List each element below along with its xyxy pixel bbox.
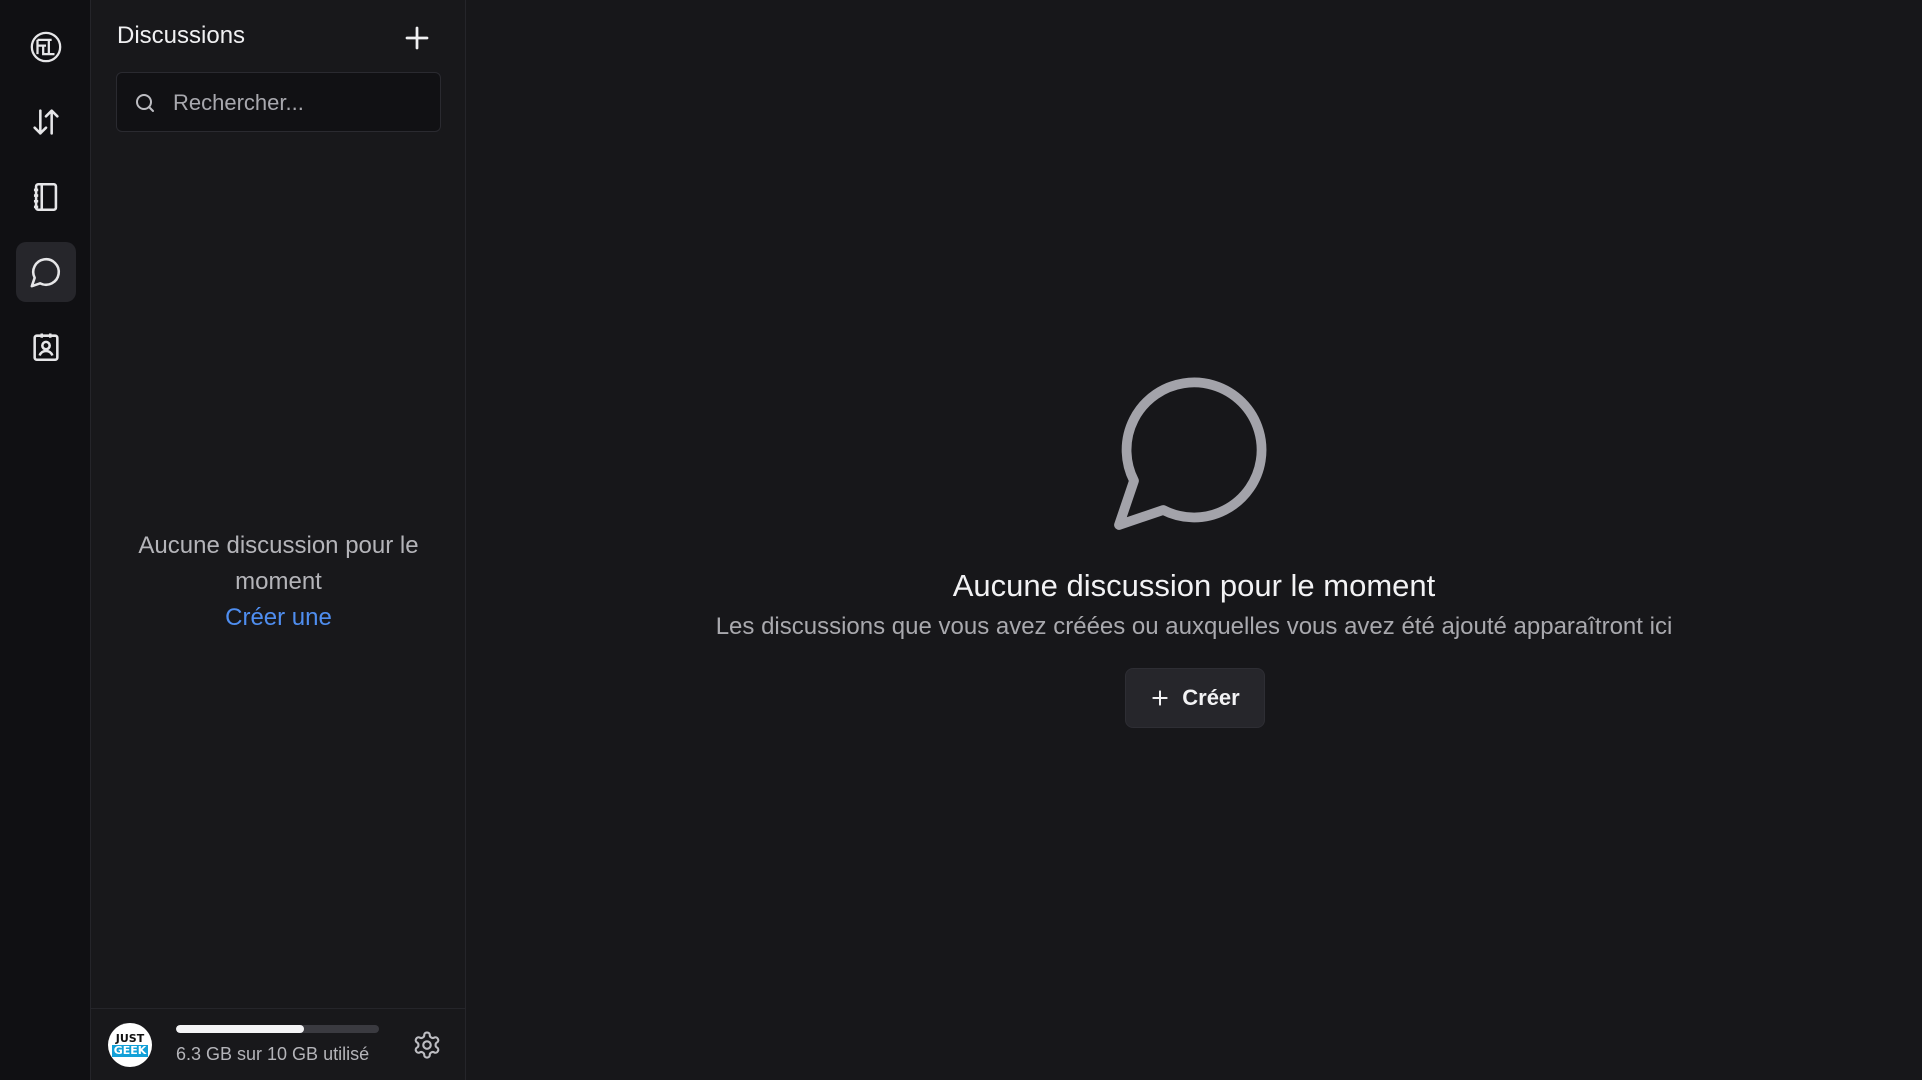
rail-item-transfers[interactable]: [16, 92, 76, 152]
rail-item-contacts[interactable]: [16, 317, 76, 377]
chat-bubble-icon: [30, 257, 61, 288]
rail-item-notebook[interactable]: [16, 167, 76, 227]
chat-bubble-icon: [1114, 377, 1267, 530]
create-button[interactable]: Créer: [1125, 668, 1265, 728]
search-box: [116, 72, 441, 133]
panel-footer: JUST GEEK 6.3 GB sur 10 GB utilisé: [91, 1008, 466, 1080]
panel-empty-state: Aucune discussion pour le moment Créer u…: [91, 528, 466, 636]
search-input[interactable]: [171, 73, 435, 133]
panel-title: Discussions: [117, 22, 246, 49]
app-window: Discussions Aucune discussion pour le mo…: [0, 0, 1922, 1080]
search-icon: [136, 94, 154, 112]
panel-empty-message: Aucune discussion pour le moment: [138, 532, 419, 595]
plus-icon: [1152, 690, 1168, 706]
settings-button[interactable]: [409, 1027, 445, 1063]
avatar-text-bottom: GEEK: [111, 1044, 149, 1057]
rail-logo[interactable]: [16, 17, 76, 77]
create-button-label: Créer: [1182, 685, 1240, 710]
nav-rail: [0, 0, 91, 1080]
empty-state-subtitle: Les discussions que vous avez créées ou …: [715, 613, 1673, 640]
arrows-up-down-icon: [33, 109, 59, 135]
rail-item-discussions[interactable]: [16, 242, 76, 302]
avatar[interactable]: JUST GEEK: [108, 1023, 152, 1067]
logo-icon: [30, 31, 62, 63]
discussions-panel: Discussions Aucune discussion pour le mo…: [91, 0, 466, 1080]
storage-progress-fill: [176, 1025, 304, 1033]
main-content: Aucune discussion pour le moment Les dis…: [466, 0, 1922, 1080]
contact-card-icon: [33, 333, 59, 362]
storage-usage-text: 6.3 GB sur 10 GB utilisé: [176, 1044, 370, 1064]
empty-state-title: Aucune discussion pour le moment: [952, 568, 1436, 603]
create-discussion-link[interactable]: Créer une: [91, 600, 466, 636]
notebook-icon: [33, 182, 58, 212]
new-discussion-button[interactable]: [397, 18, 437, 58]
plus-icon: [405, 26, 429, 50]
storage-progress-bar: [176, 1025, 379, 1033]
gear-icon: [414, 1031, 440, 1059]
